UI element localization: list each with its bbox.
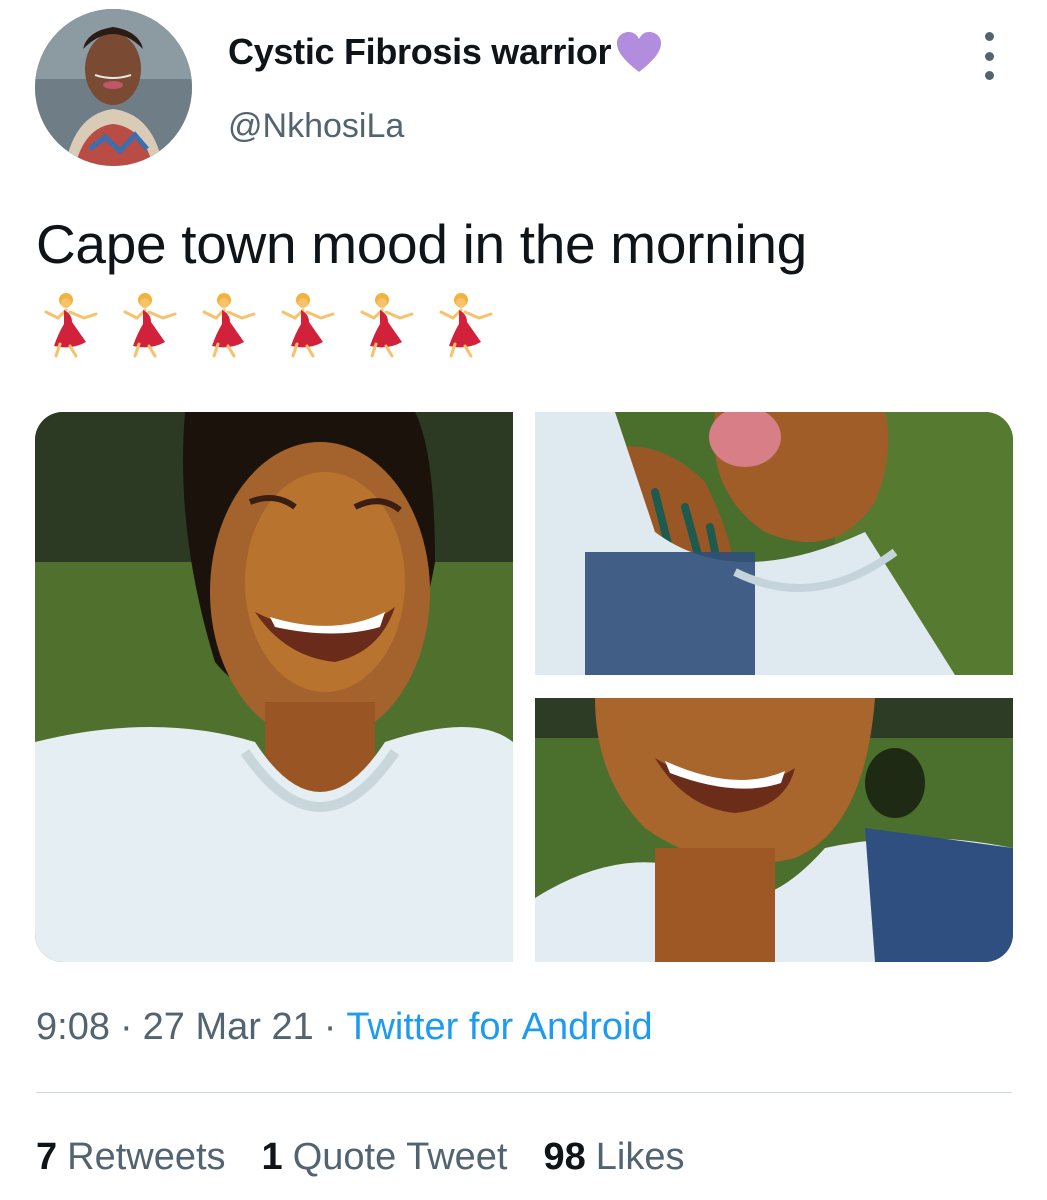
- more-vertical-icon: [984, 51, 994, 61]
- display-name[interactable]: Cystic Fibrosis warrior: [228, 31, 612, 73]
- dancer-icon: [439, 293, 493, 358]
- quote-tweets-label: Quote Tweet: [292, 1136, 508, 1178]
- tweet-photo-2[interactable]: [535, 412, 1013, 675]
- dancer-icon: [123, 293, 177, 358]
- dancer-icon: [202, 293, 256, 358]
- purple-heart-icon: [615, 30, 663, 74]
- tweet-photo-1[interactable]: [35, 412, 513, 962]
- retweets-count: 7: [36, 1136, 58, 1178]
- likes-stat[interactable]: 98 Likes: [543, 1136, 684, 1179]
- emoji-row: [36, 290, 501, 360]
- separator: ·: [323, 1006, 337, 1048]
- media-grid: [35, 412, 1013, 962]
- quote-tweets-count: 1: [261, 1136, 283, 1178]
- engagement-stats: 7 Retweets 1 Quote Tweet 98 Likes: [36, 1136, 684, 1179]
- separator: ·: [119, 1006, 133, 1048]
- tweet-date[interactable]: 27 Mar 21: [143, 1006, 314, 1048]
- tweet-time[interactable]: 9:08: [36, 1006, 110, 1048]
- retweets-label: Retweets: [67, 1136, 226, 1178]
- quote-tweets-stat[interactable]: 1 Quote Tweet: [262, 1136, 508, 1179]
- retweets-stat[interactable]: 7 Retweets: [36, 1136, 226, 1179]
- more-vertical-icon: [984, 71, 994, 80]
- tweet-meta: 9:08 · 27 Mar 21 · Twitter for Android: [36, 1006, 653, 1049]
- user-handle[interactable]: @NkhosiLa: [228, 107, 404, 146]
- likes-count: 98: [543, 1136, 586, 1178]
- tweet-source-link[interactable]: Twitter for Android: [346, 1006, 652, 1048]
- tweet-text: Cape town mood in the morning: [36, 213, 807, 275]
- display-name-row: Cystic Fibrosis warrior: [228, 30, 663, 74]
- divider: [36, 1092, 1012, 1093]
- more-vertical-icon: [984, 32, 994, 41]
- avatar[interactable]: [35, 9, 192, 166]
- tweet-photo-3[interactable]: [535, 698, 1013, 962]
- more-options-button[interactable]: [972, 32, 1006, 80]
- dancer-icon: [360, 293, 414, 358]
- dancer-icon: [281, 293, 335, 358]
- likes-label: Likes: [595, 1136, 685, 1178]
- dancer-icon: [44, 293, 98, 358]
